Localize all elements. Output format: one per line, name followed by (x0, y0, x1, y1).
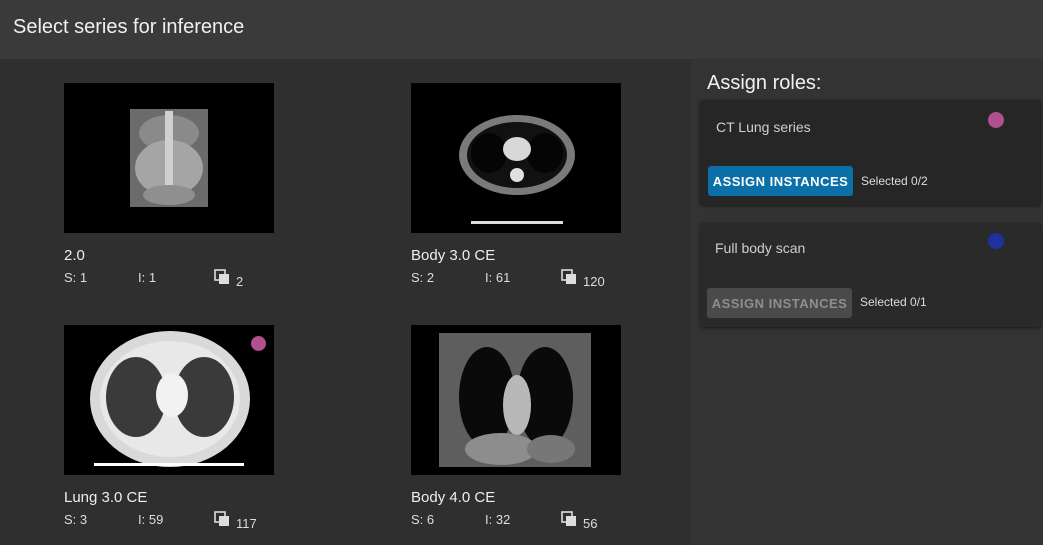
series-thumbnail-lung[interactable] (64, 325, 274, 475)
series-name: Lung 3.0 CE (64, 489, 148, 506)
stack-icon (214, 269, 229, 284)
role-name: CT Lung series (716, 119, 811, 135)
series-name: Body 3.0 CE (411, 247, 496, 264)
series-number: S: 6 (411, 512, 435, 527)
series-number: S: 3 (64, 512, 88, 527)
series-thumbnail-full-body[interactable] (64, 83, 274, 233)
stack-icon (214, 511, 229, 526)
roles-panel: Assign roles: CT Lung series ASSIGN INST… (691, 59, 1043, 545)
assign-instances-button[interactable]: ASSIGN INSTANCES (707, 288, 852, 318)
ct-lung-image (64, 325, 274, 475)
image-count: 56 (583, 516, 598, 531)
image-count: 120 (583, 274, 605, 289)
instance-number: I: 61 (485, 270, 511, 285)
page-title: Select series for inference (13, 16, 245, 38)
ct-axial-image (411, 83, 621, 233)
ct-coronal-chest-image (411, 325, 621, 475)
series-name: Body 4.0 CE (411, 489, 496, 506)
series-thumbnail-body[interactable] (411, 83, 621, 233)
series-card[interactable]: Body 4.0 CE S: 6 I: 32 56 (411, 325, 651, 545)
role-color-dot (988, 233, 1004, 249)
series-card[interactable]: Body 3.0 CE S: 2 I: 61 120 (411, 83, 651, 303)
instance-number: I: 1 (138, 270, 157, 285)
series-grid: 2.0 S: 1 I: 1 2 Body 3.0 CE S: 2 I: 61 1… (0, 59, 691, 545)
instance-number: I: 59 (138, 512, 164, 527)
stack-icon (561, 269, 576, 284)
ct-coronal-image (64, 83, 274, 233)
image-count: 2 (236, 274, 244, 289)
series-number: S: 1 (64, 270, 88, 285)
page-header: Select series for inference (0, 0, 1043, 59)
series-card[interactable]: 2.0 S: 1 I: 1 2 (64, 83, 304, 303)
series-thumbnail-body-coronal[interactable] (411, 325, 621, 475)
selected-count: Selected 0/2 (861, 174, 928, 188)
instance-number: I: 32 (485, 512, 511, 527)
role-color-dot (988, 112, 1004, 128)
image-count: 117 (236, 516, 257, 531)
series-name: 2.0 (64, 247, 85, 264)
assign-instances-button[interactable]: ASSIGN INSTANCES (708, 166, 853, 196)
role-card-full-body: Full body scan ASSIGN INSTANCES Selected… (700, 223, 1041, 327)
series-card[interactable]: Lung 3.0 CE S: 3 I: 59 117 (64, 325, 304, 545)
role-color-dot (251, 336, 266, 351)
series-number: S: 2 (411, 270, 435, 285)
selected-count: Selected 0/1 (860, 295, 927, 309)
role-card-ct-lung: CT Lung series ASSIGN INSTANCES Selected… (700, 100, 1041, 205)
stack-icon (561, 511, 576, 526)
roles-title: Assign roles: (707, 72, 822, 94)
role-name: Full body scan (715, 240, 806, 256)
